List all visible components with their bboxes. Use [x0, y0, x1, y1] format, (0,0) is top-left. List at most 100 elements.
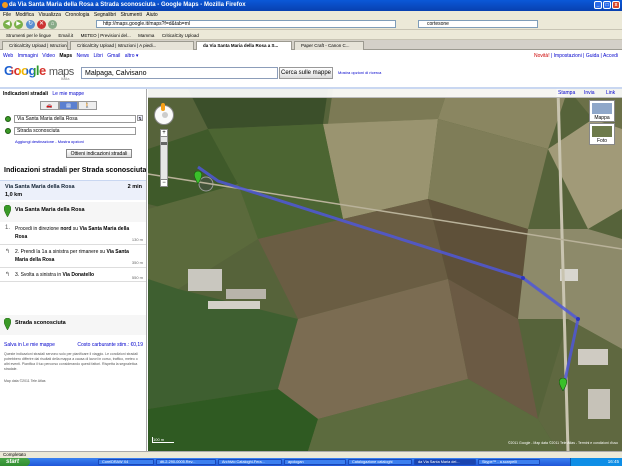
- link-guida[interactable]: Guida: [586, 53, 599, 59]
- destination-input[interactable]: Strada sconosciuta: [14, 127, 136, 135]
- direction-step[interactable]: ↰ 2. Prendi la 1a a sinistra per rimaner…: [0, 246, 146, 268]
- taskbar-item[interactable]: Archivio Cataloghi-Fera...: [218, 459, 282, 465]
- tab-paper-craft[interactable]: Paper Craft - Canon C...: [294, 41, 364, 50]
- search-options-link[interactable]: Mostra opzioni di ricerca: [338, 70, 381, 75]
- zoom-out-button[interactable]: −: [160, 179, 168, 187]
- street-view-pegman-icon[interactable]: [161, 103, 165, 111]
- menu-strumenti[interactable]: Strumenti: [121, 12, 142, 18]
- minimize-button[interactable]: _: [594, 1, 602, 9]
- direction-step[interactable]: 1. Procedi in direzione nord su Via Sant…: [0, 223, 146, 245]
- swap-route-icon[interactable]: ⇅: [137, 115, 143, 121]
- map-type-control: Mappa Foto: [589, 100, 615, 146]
- bookmark-item[interactable]: CriticalCity Upload: [162, 33, 199, 38]
- menu-file[interactable]: File: [3, 12, 11, 18]
- link-news[interactable]: News: [77, 53, 90, 59]
- link-immagini[interactable]: Immagini: [18, 53, 38, 59]
- bookmark-item[interactable]: METEO | Previsioni del...: [81, 33, 131, 38]
- route-start-marker-icon[interactable]: [194, 171, 202, 184]
- link-altro[interactable]: altro ▾: [125, 53, 139, 59]
- stop-icon[interactable]: ✕: [37, 20, 46, 29]
- maximize-button[interactable]: □: [603, 1, 611, 9]
- menu-aiuto[interactable]: Aiuto: [146, 12, 157, 18]
- route-end-marker-icon[interactable]: [559, 378, 567, 391]
- link-video[interactable]: Video: [42, 53, 55, 59]
- zoom-in-button[interactable]: +: [160, 129, 168, 137]
- add-destination-link[interactable]: Aggiungi destinazione: [15, 139, 54, 144]
- link-novita[interactable]: Novità!: [534, 53, 550, 59]
- bookmark-item[interactable]: Mamma: [138, 33, 154, 38]
- taskbar-item-active[interactable]: da Via Santa Maria del...: [414, 459, 476, 465]
- zoom-thumb[interactable]: [161, 142, 167, 145]
- maps-search-input[interactable]: Malpaga, Calvisano: [81, 67, 278, 79]
- link-accedi[interactable]: Accedi: [603, 53, 618, 59]
- tab-my-maps[interactable]: Le mie mappe: [52, 91, 84, 97]
- link-gmail[interactable]: Gmail: [107, 53, 120, 59]
- taskbar-item[interactable]: Skype™ - a.scarpelli: [478, 459, 540, 465]
- origin-input[interactable]: Via Santa Maria della Rosa: [14, 115, 136, 123]
- back-icon[interactable]: ◀: [3, 20, 12, 29]
- taskbar-item[interactable]: CorelDRAW X4: [98, 459, 154, 465]
- bookmark-item[interactable]: Email.it: [58, 33, 73, 38]
- step-text: 2. Prendi la 1a a sinistra per rimanere …: [15, 249, 129, 263]
- get-directions-button[interactable]: Ottieni indicazioni stradali: [66, 149, 132, 158]
- menu-visualizza[interactable]: Visualizza: [38, 12, 60, 18]
- route-summary[interactable]: Via Santa Maria della Rosa 2 min 1,0 km: [0, 180, 146, 200]
- direction-step[interactable]: ↰ 3. Svolta a sinistra in Via Donatello …: [0, 269, 146, 282]
- end-point-label: Strada sconosciuta: [15, 320, 66, 326]
- turn-left-icon: ↰: [5, 272, 11, 278]
- tab-directions[interactable]: Indicazioni stradali: [3, 91, 48, 97]
- transit-icon[interactable]: ▤: [59, 101, 78, 110]
- bookmark-item[interactable]: Strumenti per le lingue: [6, 33, 51, 38]
- map-type-photo-button[interactable]: Foto: [589, 123, 615, 145]
- print-link[interactable]: Stampa: [558, 90, 575, 96]
- destination-row: Strada sconosciuta: [5, 127, 136, 135]
- start-point-row[interactable]: Via Santa Maria della Rosa: [0, 202, 146, 222]
- menu-cronologia[interactable]: Cronologia: [65, 12, 89, 18]
- satellite-map[interactable]: Stampa Invia Link + − Mappa Foto 100 m ©…: [148, 89, 622, 451]
- step-distance: 130 m: [131, 237, 143, 242]
- send-link[interactable]: Invia: [584, 90, 595, 96]
- forward-icon[interactable]: ▶: [14, 20, 23, 29]
- close-button[interactable]: x: [612, 1, 620, 9]
- walk-icon[interactable]: 🚶: [78, 101, 97, 110]
- zoom-slider[interactable]: + −: [160, 129, 168, 187]
- end-point-row[interactable]: Strada sconosciuta: [0, 315, 146, 335]
- taskbar-item[interactable]: apologan: [284, 459, 346, 465]
- home-icon[interactable]: ⌂: [48, 20, 57, 29]
- windows-taskbar: start CorelDRAW X4 dti-2-290-0005.Rev...…: [0, 458, 622, 466]
- fuel-cost-link[interactable]: Costo carburante stim.: €0,19: [77, 342, 143, 348]
- bookmarks-bar: Strumenti per le lingue Email.it METEO |…: [0, 31, 622, 40]
- start-pin-icon: [4, 205, 11, 217]
- system-tray-clock[interactable]: 16:45: [570, 458, 622, 466]
- step-text: 3. Svolta a sinistra in Via Donatello: [15, 272, 95, 278]
- origin-marker-icon: [5, 116, 11, 122]
- map-type-map-button[interactable]: Mappa: [589, 100, 615, 122]
- tab-google-maps-directions[interactable]: da Via Santa Maria della Rosa a S...: [196, 41, 292, 50]
- map-scale: 100 m: [152, 437, 174, 443]
- show-options-link[interactable]: Mostra opzioni: [58, 139, 84, 144]
- menu-modifica[interactable]: Modifica: [15, 12, 34, 18]
- save-to-my-maps-link[interactable]: Salva in Le mie mappe: [4, 342, 55, 348]
- account-links: Novità! | Impostazioni | Guida | Accedi: [534, 53, 618, 59]
- car-icon[interactable]: 🚗: [40, 101, 59, 110]
- window-title-bar[interactable]: da Via Santa Maria della Rosa a Strada s…: [0, 0, 622, 11]
- reload-icon[interactable]: ↻: [26, 20, 35, 29]
- tab-criticalcity-istruzioni[interactable]: CriticalCity Upload | Istruzioni: [2, 41, 68, 50]
- url-field[interactable]: http://maps.google.it/maps?f=d&tab=ml: [96, 20, 396, 28]
- search-maps-button[interactable]: Cerca sulle mappe: [279, 67, 333, 79]
- link-link[interactable]: Link: [606, 90, 615, 96]
- panel-tabs: Indicazioni stradali Le mie mappe: [3, 91, 84, 97]
- browser-search-field[interactable]: cortesone: [418, 20, 538, 28]
- link-impostazioni[interactable]: Impostazioni: [554, 53, 582, 59]
- link-libri[interactable]: Libri: [93, 53, 102, 59]
- start-button[interactable]: start: [0, 458, 30, 466]
- tab-criticalcity-a-piedi[interactable]: CriticalCity Upload | Istruzioni | A pie…: [70, 41, 194, 50]
- photo-thumbnail: [592, 126, 612, 137]
- menu-segnalibri[interactable]: Segnalibri: [94, 12, 116, 18]
- summary-distance: 1,0 km: [5, 192, 23, 198]
- link-maps[interactable]: Maps: [59, 53, 72, 59]
- link-web[interactable]: Web: [3, 53, 13, 59]
- origin-row: Via Santa Maria della Rosa: [5, 115, 136, 123]
- taskbar-item[interactable]: dti-2-290-0005.Rev...: [156, 459, 216, 465]
- taskbar-item[interactable]: Catalogazione cataloghi: [348, 459, 412, 465]
